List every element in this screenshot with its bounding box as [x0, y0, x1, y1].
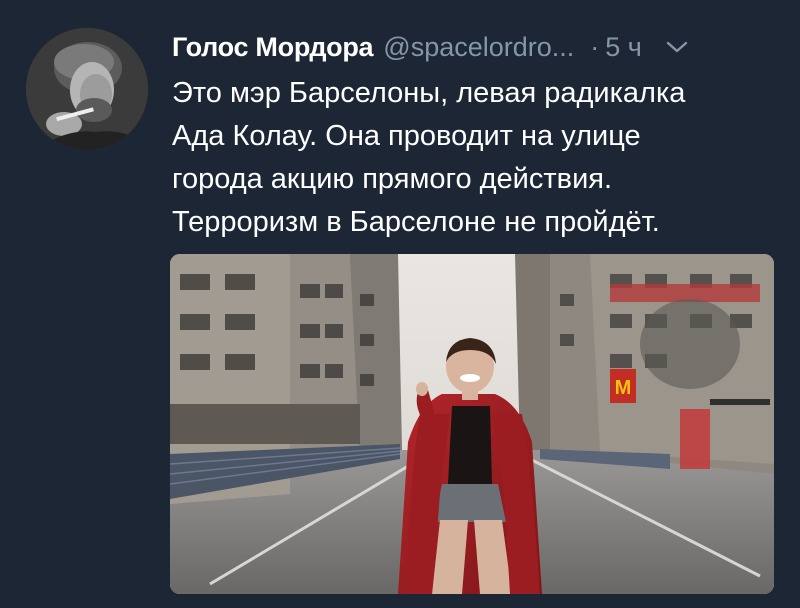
tweet-text-line: Ада Колау. Она проводит на улице: [172, 120, 641, 152]
sign-letter: M: [615, 377, 632, 399]
tweet-text-line: Терроризм в Барселоне не пройдёт.: [172, 206, 660, 238]
tweet-text-line: города акцию прямого действия.: [172, 163, 613, 195]
author-handle[interactable]: @spacelordro...: [383, 32, 574, 63]
tweet-media-photo[interactable]: M: [170, 254, 774, 594]
avatar-photo-icon: [26, 28, 148, 150]
author-avatar[interactable]: [26, 28, 148, 150]
tweet-text-line: Это мэр Барселоны, левая радикалка: [172, 77, 686, 109]
tweet-timestamp[interactable]: 5 ч: [605, 32, 642, 63]
author-display-name[interactable]: Голос Мордора: [172, 32, 374, 63]
street-photo-image: M: [170, 254, 774, 594]
tweet-card: Голос Мордора @spacelordro... · 5 ч Это …: [0, 0, 800, 608]
tweet-text: Это мэр Барселоны, левая радикалка Ада К…: [172, 72, 782, 244]
chevron-down-icon[interactable]: [666, 40, 688, 54]
separator-dot: ·: [590, 31, 600, 62]
tweet-header: Голос Мордора @spacelordro... · 5 ч: [172, 26, 780, 68]
